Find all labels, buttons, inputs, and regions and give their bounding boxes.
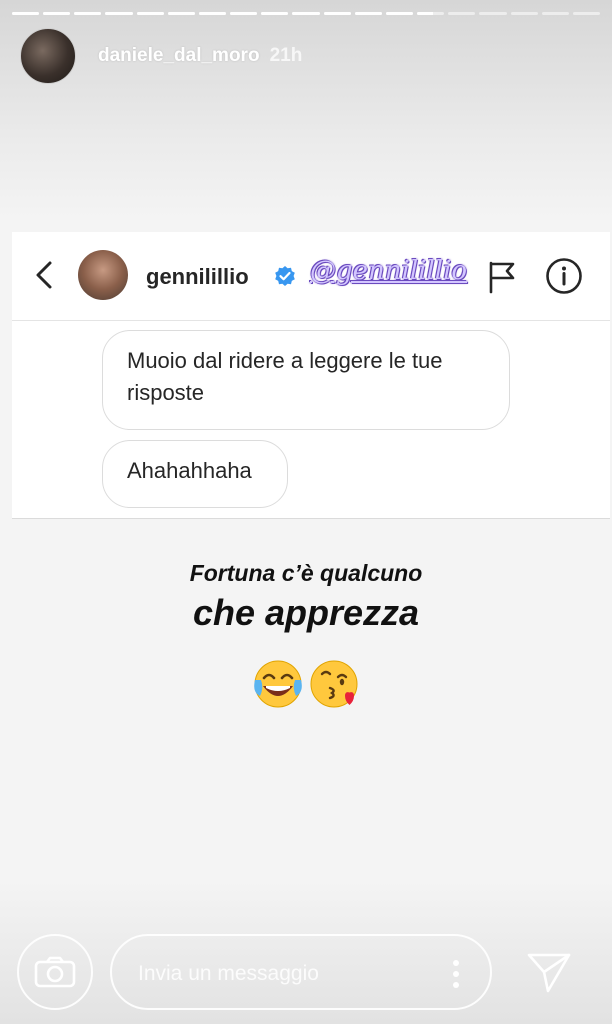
- progress-segment: [323, 12, 351, 15]
- info-icon: [546, 258, 582, 294]
- story-author-avatar[interactable]: [20, 28, 76, 84]
- reply-field-container[interactable]: [110, 934, 492, 1010]
- progress-segment: [74, 12, 102, 15]
- progress-segment: [292, 12, 320, 15]
- reply-message-input[interactable]: [136, 956, 440, 992]
- message-bubble: Ahahahhaha: [102, 440, 288, 508]
- dm-contact-avatar: [78, 250, 128, 300]
- more-options-icon[interactable]: [452, 958, 460, 990]
- verified-badge-icon: [275, 266, 295, 286]
- story-progress-bar: [12, 12, 600, 15]
- story-author-username[interactable]: daniele_dal_moro: [98, 45, 260, 67]
- story-caption-line-2: che apprezza: [192, 592, 420, 633]
- story-caption-line-1: Fortuna c’è qualcuno: [189, 560, 423, 586]
- progress-segment: [198, 12, 227, 15]
- mention-sticker[interactable]: @gennilillio: [310, 256, 467, 286]
- progress-segment: [448, 12, 476, 15]
- emoji-stickers: [254, 660, 358, 708]
- dm-header: gennilillio @gennilillio: [12, 232, 610, 321]
- progress-segment: [510, 12, 538, 15]
- progress-segment: [479, 12, 507, 15]
- progress-segment: [167, 12, 195, 15]
- story-timestamp: 21h: [269, 45, 303, 66]
- progress-segment: [105, 12, 133, 15]
- dm-screenshot: gennilillio @gennilillio Muoio dal rider…: [12, 232, 610, 519]
- message-bubble: Muoio dal ridere a leggere le tue rispos…: [102, 330, 510, 430]
- back-chevron-icon: [36, 261, 52, 289]
- progress-segment: [572, 12, 600, 15]
- face-with-tears-of-joy-icon: [254, 660, 302, 708]
- progress-segment: [136, 12, 164, 15]
- progress-segment: [354, 12, 382, 15]
- story-header: daniele_dal_moro 21h: [20, 28, 302, 84]
- progress-segment: [417, 12, 445, 15]
- camera-icon: [34, 956, 76, 988]
- flag-icon: [489, 261, 515, 294]
- progress-segment: [541, 12, 569, 15]
- face-blowing-a-kiss-icon: [310, 660, 358, 708]
- camera-button[interactable]: [17, 934, 93, 1010]
- dm-contact-username: gennilillio: [146, 264, 249, 289]
- progress-segment: [230, 12, 258, 15]
- send-direct-icon[interactable]: [526, 950, 572, 994]
- progress-segment: [385, 12, 414, 15]
- progress-segment: [43, 12, 71, 15]
- progress-segment: [12, 12, 40, 15]
- progress-segment: [261, 12, 289, 15]
